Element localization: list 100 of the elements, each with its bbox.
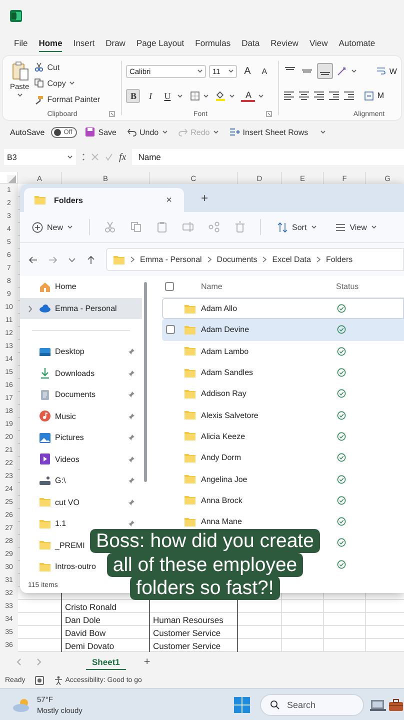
file-row[interactable]: Anna Mane: [162, 510, 404, 532]
plus-circle-icon: [32, 222, 43, 232]
search-field[interactable]: Search: [260, 694, 364, 716]
breadcrumb-item[interactable]: Emma - Personal: [140, 255, 202, 264]
forward-icon[interactable]: [48, 254, 58, 264]
save-button[interactable]: Save: [83, 126, 118, 138]
formula-field[interactable]: Name: [132, 149, 404, 165]
file-row[interactable]: Addison Ray: [162, 383, 404, 404]
caret-icon: [68, 80, 75, 86]
shrink-font-button[interactable]: A: [257, 64, 272, 78]
nav-item[interactable]: Music: [20, 406, 78, 427]
nav-item[interactable]: Home: [20, 276, 78, 298]
file-row[interactable]: Alicia Keeze: [162, 426, 404, 448]
sheet-tab[interactable]: Sheet1: [86, 654, 126, 670]
launcher-icon[interactable]: [266, 111, 272, 117]
column-header[interactable]: Name: [201, 282, 222, 291]
macro-icon[interactable]: [35, 676, 44, 684]
menu-tab[interactable]: Data: [242, 35, 260, 51]
menu-tab[interactable]: Page Layout: [136, 35, 184, 51]
rename-icon[interactable]: [182, 221, 194, 233]
launcher-icon[interactable]: [109, 111, 116, 117]
menu-tab[interactable]: Review: [270, 35, 298, 51]
address-bar[interactable]: Emma - Personal Documents Excel Data Folders: [106, 248, 404, 271]
menu-tab[interactable]: View: [309, 35, 328, 51]
share-icon[interactable]: [208, 221, 220, 233]
file-row[interactable]: Angelina Joe: [162, 468, 404, 490]
view-button[interactable]: View: [332, 220, 379, 234]
format-button[interactable]: B: [126, 88, 140, 103]
trash-icon[interactable]: [234, 221, 246, 233]
merge-label[interactable]: M: [377, 91, 384, 100]
nav-item[interactable]: Emma - Personal: [20, 298, 142, 319]
new-tab-button[interactable]: +: [198, 191, 212, 205]
insert-sheet-rows-button[interactable]: Insert Sheet Rows: [226, 126, 310, 138]
wrap-text-label[interactable]: W: [389, 66, 397, 76]
menu-tab[interactable]: Automate: [338, 35, 376, 51]
close-tab-button[interactable]: ×: [164, 194, 174, 206]
insert-rows-icon: [228, 127, 240, 137]
borders-icon[interactable]: [190, 90, 200, 101]
menu-tab[interactable]: Formulas: [195, 35, 231, 51]
font-color-button[interactable]: A: [241, 89, 256, 102]
menu-tab[interactable]: File: [14, 35, 28, 51]
menu-tab[interactable]: Insert: [73, 35, 95, 51]
cut-button[interactable]: Cut: [32, 61, 102, 74]
menu-tab[interactable]: Home: [38, 34, 62, 52]
breadcrumb-item[interactable]: Folders: [326, 255, 353, 264]
breadcrumb-item[interactable]: Excel Data: [272, 255, 311, 264]
menu-tab[interactable]: Draw: [106, 35, 126, 51]
select-all-button[interactable]: [7, 175, 16, 183]
nav-item[interactable]: Downloads: [20, 362, 97, 384]
name-box[interactable]: B3: [4, 149, 76, 165]
insert-function-button[interactable]: fx: [119, 152, 126, 162]
paste-icon[interactable]: [156, 221, 168, 233]
row-checkbox[interactable]: [166, 325, 175, 334]
format-painter-button[interactable]: Format Painter: [32, 94, 102, 106]
window-tab[interactable]: Folders ×: [24, 188, 184, 212]
format-button[interactable]: I: [143, 88, 158, 103]
file-row[interactable]: Andy Dorm: [162, 447, 404, 468]
folder-icon: [184, 302, 196, 315]
previous-sheet-icon[interactable]: [16, 658, 22, 666]
orientation-icon[interactable]: [336, 65, 348, 78]
next-sheet-icon[interactable]: [36, 658, 42, 666]
format-button[interactable]: U: [160, 88, 174, 103]
new-sheet-button[interactable]: +: [140, 656, 154, 668]
file-row[interactable]: Adam Devine: [162, 319, 404, 341]
copy-button[interactable]: Copy: [32, 77, 102, 90]
grow-font-button[interactable]: A: [240, 64, 254, 78]
folder-icon: [39, 518, 51, 530]
select-all-checkbox[interactable]: [165, 282, 174, 291]
nav-item[interactable]: 1.1: [20, 513, 68, 534]
wrap-icon[interactable]: [376, 66, 386, 76]
nav-item[interactable]: cut VO: [20, 492, 82, 513]
file-row[interactable]: Adam Sandles: [162, 362, 404, 384]
nav-item[interactable]: Documents: [20, 384, 98, 406]
file-row[interactable]: Adam Lambo: [162, 340, 404, 362]
briefcase-icon[interactable]: [388, 698, 404, 712]
nav-item[interactable]: _PREMI: [20, 534, 87, 556]
cut-icon[interactable]: [104, 221, 116, 233]
table-cell-text: Demi Dovato: [64, 640, 116, 652]
copy-icon[interactable]: [130, 221, 142, 233]
laptop-icon[interactable]: [370, 698, 386, 712]
back-icon[interactable]: [28, 254, 38, 264]
new-button[interactable]: New: [30, 220, 76, 234]
recent-icon[interactable]: [68, 256, 76, 264]
align-bottom-button[interactable]: [317, 63, 334, 80]
nav-item[interactable]: Pictures: [20, 427, 86, 448]
undo-button[interactable]: Undo: [124, 126, 170, 138]
nav-item[interactable]: Desktop: [20, 341, 86, 362]
column-header[interactable]: Status: [336, 282, 359, 291]
save-icon: [85, 127, 96, 137]
file-row[interactable]: Anna Brock: [162, 490, 404, 511]
fill-color-icon[interactable]: [215, 90, 226, 102]
breadcrumb-item[interactable]: Documents: [216, 255, 258, 264]
merge-icon[interactable]: [364, 90, 374, 101]
nav-item[interactable]: G:\: [20, 470, 68, 492]
start-icon[interactable]: [234, 696, 250, 712]
nav-item[interactable]: Videos: [20, 448, 82, 470]
file-row[interactable]: Alexis Salvetore: [162, 404, 404, 426]
synced-icon: [337, 410, 346, 420]
up-icon[interactable]: [86, 254, 96, 264]
sort-button[interactable]: Sort: [275, 220, 319, 234]
